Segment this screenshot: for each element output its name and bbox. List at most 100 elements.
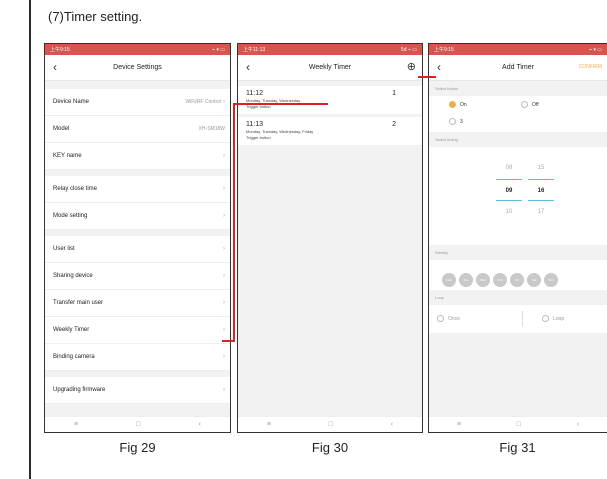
back-nav-icon[interactable]: ‹ [199, 421, 201, 428]
figure-caption: Fig 29 [119, 440, 156, 455]
back-nav-icon[interactable]: ‹ [391, 421, 393, 428]
row-label: User list [53, 246, 75, 252]
radio-unchecked-icon [542, 315, 549, 322]
menu-icon[interactable]: ≡ [74, 421, 78, 428]
day-sun-toggle[interactable]: Sun [544, 273, 558, 287]
menu-icon[interactable]: ≡ [267, 421, 271, 428]
add-timer-icon[interactable]: ⊕ [407, 60, 416, 73]
time-picker[interactable]: 08 09 10 15 16 17 [429, 147, 607, 245]
menu-icon[interactable]: ≡ [457, 421, 461, 428]
home-icon[interactable]: □ [136, 421, 140, 428]
timer-days: Monday, Tuesday, Wednesday, Friday [246, 129, 314, 134]
day-thu-toggle[interactable]: Thu [493, 273, 507, 287]
hour-selected: 09 [496, 179, 522, 201]
select-timing-label: Select timing [435, 137, 458, 142]
timer-list-item[interactable]: 11:13 Monday, Tuesday, Wednesday, Friday… [238, 117, 422, 145]
minute-option: 17 [537, 209, 545, 215]
status-bar: 上午11:13 5d ⌁ ▭ [238, 44, 422, 55]
nav-bar: ‹ Weekly Timer ⊕ [238, 55, 422, 81]
back-icon[interactable]: ‹ [246, 60, 250, 74]
figure-caption: Fig 30 [311, 440, 349, 455]
timer-action: Trigger button [246, 135, 271, 140]
annotation-line [418, 76, 436, 78]
option-3-radio[interactable]: 3 [449, 118, 463, 125]
annotation-line [233, 103, 328, 105]
day-wed-toggle[interactable]: Wed [476, 273, 490, 287]
settings-row-relay-close-time[interactable]: Relay close time › [45, 176, 230, 203]
confirm-button[interactable]: CONFIRM [579, 64, 602, 70]
radio-unchecked-icon [521, 101, 528, 108]
settings-group: Device Name WiFi/RF Control › Model XH-SM18… [45, 89, 230, 170]
row-label: Weekly Timer [53, 327, 90, 333]
button-options: On Off 3 [429, 96, 607, 132]
chevron-right-icon: › [223, 246, 225, 252]
option-on-radio[interactable]: On [449, 101, 467, 108]
option-label: Loop [553, 315, 565, 322]
loop-options: Once Loop [429, 305, 607, 333]
chevron-right-icon: › [223, 300, 225, 306]
status-bar: 上午9:15 ⌁ ▾ ▭ [429, 44, 607, 55]
chevron-right-icon: › [223, 387, 225, 393]
back-icon[interactable]: ‹ [53, 60, 57, 74]
section-heading: (7)Timer setting. [48, 9, 143, 24]
settings-row-key-name[interactable]: KEY name › [45, 143, 230, 170]
chevron-right-icon: › [223, 186, 225, 192]
settings-row-device-name[interactable]: Device Name WiFi/RF Control › [45, 89, 230, 116]
status-bar: 上午9:15 ⌁ ▾ ▭ [45, 44, 230, 55]
timer-index: 2 [392, 121, 396, 128]
nav-bar: ‹ Add Timer CONFIRM [429, 55, 607, 81]
settings-row-user-list[interactable]: User list › [45, 236, 230, 263]
hour-option: 10 [505, 209, 513, 215]
chevron-right-icon: › [223, 99, 225, 105]
day-tue-toggle[interactable]: Tue [459, 273, 473, 287]
weekly-label: Weekly [435, 250, 449, 255]
timer-list-item[interactable]: 11:12 Monday, Tuesday, Wednesday Trigger… [238, 86, 422, 114]
row-value: XH-SM18W [198, 126, 225, 132]
android-nav-bar: ≡ □ ‹ [238, 416, 422, 432]
chevron-right-icon: › [223, 273, 225, 279]
settings-group: Upgrading firmware › [45, 377, 230, 404]
home-icon[interactable]: □ [329, 421, 333, 428]
settings-row-upgrading-firmware[interactable]: Upgrading firmware › [45, 377, 230, 404]
loop-loop-radio[interactable]: Loop [542, 315, 564, 322]
settings-row-mode-setting[interactable]: Mode setting › [45, 203, 230, 230]
row-label: KEY name [53, 153, 82, 159]
day-fri-toggle[interactable]: Fri [510, 273, 524, 287]
row-label: Relay close time [53, 186, 98, 192]
row-label: Upgrading firmware [53, 387, 106, 393]
divider [522, 311, 523, 327]
option-label: 3 [460, 118, 463, 125]
chevron-right-icon: › [223, 354, 225, 360]
hour-picker[interactable]: 08 09 10 [496, 157, 522, 223]
chevron-right-icon: › [223, 327, 225, 333]
back-nav-icon[interactable]: ‹ [577, 421, 579, 428]
phone-screen-weekly-timer: 上午11:13 5d ⌁ ▭ ‹ Weekly Timer ⊕ 11:12 Mo… [237, 43, 423, 433]
status-time: 上午9:15 [50, 47, 70, 53]
annotation-line [233, 103, 235, 342]
timer-time: 11:13 [246, 121, 263, 128]
loop-once-radio[interactable]: Once [437, 315, 460, 322]
option-off-radio[interactable]: Off [521, 101, 539, 108]
status-time: 上午9:15 [434, 47, 454, 53]
settings-list: Device Name WiFi/RF Control › Model XH-SM18… [45, 81, 230, 404]
radio-unchecked-icon [437, 315, 444, 322]
timer-index: 1 [392, 90, 396, 97]
settings-row-model: Model XH-SM18W [45, 116, 230, 143]
minute-picker[interactable]: 15 16 17 [528, 157, 554, 223]
home-icon[interactable]: □ [517, 421, 521, 428]
status-time: 上午11:13 [243, 47, 266, 53]
option-label: Off [532, 101, 539, 108]
day-mon-toggle[interactable]: Mon [442, 273, 456, 287]
row-label: Transfer main user [53, 300, 104, 306]
row-label: Mode setting [53, 213, 88, 219]
figure-caption: Fig 31 [499, 440, 536, 455]
chevron-right-icon: › [223, 153, 225, 159]
left-margin-rule [29, 0, 31, 479]
day-sat-toggle[interactable]: Sat [527, 273, 541, 287]
radio-unchecked-icon [449, 118, 456, 125]
settings-row-sharing-device[interactable]: Sharing device › [45, 263, 230, 290]
settings-row-weekly-timer[interactable]: Weekly Timer › [45, 317, 230, 344]
settings-row-transfer-main-user[interactable]: Transfer main user › [45, 290, 230, 317]
back-icon[interactable]: ‹ [437, 60, 441, 74]
settings-row-binding-camera[interactable]: Binding camera › [45, 344, 230, 371]
